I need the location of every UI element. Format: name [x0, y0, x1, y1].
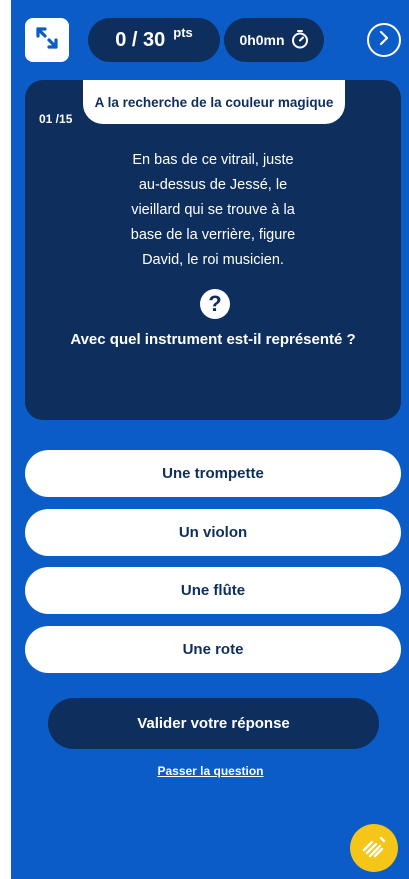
- question-mark-icon: ?: [200, 289, 230, 319]
- question-counter: 01 /15: [39, 112, 73, 126]
- answer-option[interactable]: Une trompette: [25, 450, 401, 497]
- score-unit: pts: [173, 24, 193, 40]
- skip-link[interactable]: Passer la question: [11, 764, 409, 778]
- validate-button[interactable]: Valider votre réponse: [48, 698, 379, 749]
- expand-button[interactable]: [25, 18, 69, 62]
- timer-display: 0h0mn: [224, 18, 324, 62]
- next-button[interactable]: [367, 23, 401, 57]
- chevron-right-icon: [376, 30, 392, 51]
- expand-arrows-icon: [34, 25, 60, 56]
- answer-option[interactable]: Une flûte: [25, 567, 401, 614]
- quiz-screen: 0 / 30 pts 0h0mn A la recherche de la co…: [11, 0, 409, 879]
- question-card: A la recherche de la couleur magique 01 …: [25, 80, 401, 420]
- question-context: En bas de ce vitrail, juste au-dessus de…: [130, 152, 296, 268]
- assistant-button[interactable]: [350, 824, 398, 872]
- score-value: 0 / 30: [115, 28, 166, 51]
- hand-wave-icon: [360, 832, 388, 865]
- answer-option[interactable]: Un violon: [25, 509, 401, 556]
- answer-option[interactable]: Une rote: [25, 626, 401, 673]
- stopwatch-icon: [285, 29, 309, 52]
- timer-value: 0h0mn: [239, 32, 285, 48]
- score-display: 0 / 30 pts: [88, 18, 220, 62]
- quiz-title: A la recherche de la couleur magique: [83, 80, 345, 124]
- top-bar: 0 / 30 pts 0h0mn: [11, 0, 409, 80]
- question-text: Avec quel instrument est-il représenté ?: [70, 331, 356, 348]
